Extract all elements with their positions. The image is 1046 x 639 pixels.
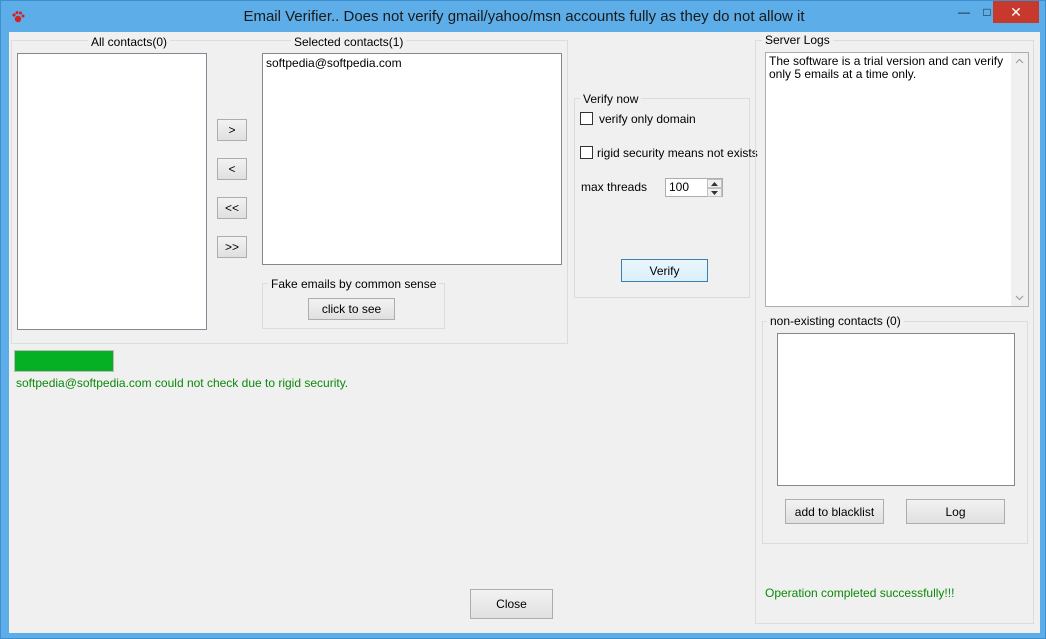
verify-button[interactable]: Verify [621,259,708,282]
selected-contacts-label: Selected contacts(1) [291,35,407,49]
arrow-up-icon [711,181,718,186]
move-right-button[interactable]: > [217,119,247,141]
max-threads-label: max threads [581,180,648,194]
all-contacts-list[interactable] [17,53,207,330]
verify-now-label: Verify now [580,92,642,106]
progress-bar [14,350,114,372]
arrow-down-icon [711,190,718,195]
log-button[interactable]: Log [906,499,1005,524]
close-window-button[interactable]: ✕ [993,1,1039,23]
server-logs-scrollbar[interactable] [1011,53,1028,306]
scroll-down-icon [1015,295,1024,301]
spin-up-button[interactable] [707,179,722,188]
progress-fill [15,351,113,371]
move-left-button[interactable]: < [217,158,247,180]
status-message: softpedia@softpedia.com could not check … [16,376,349,390]
move-all-left-button[interactable]: << [217,197,247,219]
verify-only-domain-label: verify only domain [599,112,696,126]
non-existing-list[interactable] [777,333,1015,486]
add-to-blacklist-button[interactable]: add to blacklist [785,499,884,524]
max-threads-value: 100 [669,180,690,194]
server-logs-text: The software is a trial version and can … [769,54,1004,81]
spin-down-button[interactable] [707,188,722,197]
move-all-right-button[interactable]: >> [217,236,247,258]
all-contacts-label: All contacts(0) [88,35,171,49]
verify-only-domain-checkbox[interactable] [580,112,593,125]
close-button[interactable]: Close [470,589,553,619]
click-to-see-button[interactable]: click to see [308,298,395,320]
server-logs-textarea[interactable]: The software is a trial version and can … [765,52,1029,307]
rigid-security-label: rigid security means not exists [597,146,758,160]
selected-contacts-list[interactable]: softpedia@softpedia.com [262,53,562,265]
list-item[interactable]: softpedia@softpedia.com [266,56,558,70]
client-area: All contacts(0) Selected contacts(1) > <… [9,32,1040,633]
rigid-security-checkbox[interactable] [580,146,593,159]
app-window: Email Verifier.. Does not verify gmail/y… [0,0,1046,639]
server-logs-label: Server Logs [762,33,833,47]
operation-status: Operation completed successfully!!! [765,586,955,600]
fake-emails-label: Fake emails by common sense [268,277,440,291]
scroll-up-icon [1015,58,1024,64]
non-existing-label: non-existing contacts (0) [767,314,904,328]
window-title: Email Verifier.. Does not verify gmail/y… [243,8,805,25]
title-bar[interactable]: Email Verifier.. Does not verify gmail/y… [1,1,1046,33]
